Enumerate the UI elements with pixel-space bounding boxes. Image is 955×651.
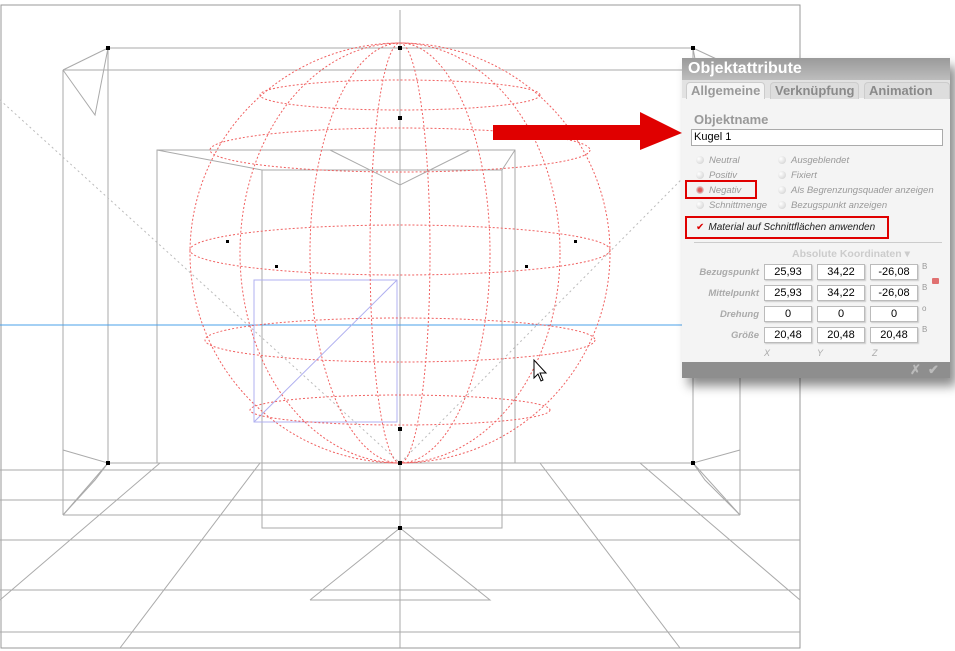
bezugspunkt-x[interactable]: 25,93 xyxy=(764,264,812,280)
dialog-title: Objektattribute xyxy=(682,58,950,80)
object-attributes-dialog: Objektattribute Allgemeine Verknüpfung A… xyxy=(682,58,950,378)
object-name-label: Objektname xyxy=(694,112,769,127)
row-label: Mittelpunkt xyxy=(708,288,759,299)
row-label: Größe xyxy=(731,330,759,341)
axis-label-z: Z xyxy=(872,348,878,358)
row-label: Bezugspunkt xyxy=(699,267,759,278)
bezugspunkt-y[interactable]: 34,22 xyxy=(817,264,865,280)
tab-allgemeine[interactable]: Allgemeine xyxy=(686,82,766,99)
dialog-footer: ✗ ✔ xyxy=(682,362,950,378)
radio-neutral[interactable]: Neutral xyxy=(696,155,740,166)
cancel-button[interactable]: ✗ xyxy=(910,362,921,378)
unit: B xyxy=(922,283,928,292)
row-label: Drehung xyxy=(719,309,759,320)
drehung-y[interactable]: 0 xyxy=(817,306,865,322)
coord-mode-dropdown[interactable]: Absolute Koordinaten ▾ xyxy=(792,248,910,260)
lock-icon[interactable] xyxy=(932,278,939,284)
radio-bezugspunkt-anzeigen[interactable]: Bezugspunkt anzeigen xyxy=(778,200,887,211)
tab-verknuepfung[interactable]: Verknüpfung xyxy=(770,82,860,99)
tab-animation[interactable]: Animation xyxy=(864,82,950,99)
unit: B xyxy=(922,262,928,271)
mittelpunkt-x[interactable]: 25,93 xyxy=(764,285,812,301)
tab-bar: Allgemeine Verknüpfung Animation xyxy=(682,80,950,99)
ok-button[interactable]: ✔ xyxy=(928,362,939,378)
axis-label-y: Y xyxy=(817,348,824,358)
drehung-z[interactable]: 0 xyxy=(870,306,918,322)
bezugspunkt-z[interactable]: -26,08 xyxy=(870,264,918,280)
groesse-z[interactable]: 20,48 xyxy=(870,327,918,343)
negativ-highlight xyxy=(685,180,757,199)
mittelpunkt-y[interactable]: 34,22 xyxy=(817,285,865,301)
groesse-y[interactable]: 20,48 xyxy=(817,327,865,343)
radio-schnittmenge[interactable]: Schnittmenge xyxy=(696,200,767,211)
radio-ausgeblendet[interactable]: Ausgeblendet xyxy=(778,155,849,166)
groesse-x[interactable]: 20,48 xyxy=(764,327,812,343)
radio-fixiert[interactable]: Fixiert xyxy=(778,170,817,181)
unit: B xyxy=(922,325,928,334)
checkbox-highlight xyxy=(685,216,889,239)
mittelpunkt-z[interactable]: -26,08 xyxy=(870,285,918,301)
divider xyxy=(694,242,942,243)
radio-begrenzungsquader[interactable]: Als Begrenzungsquader anzeigen xyxy=(778,185,934,196)
unit: o xyxy=(922,304,927,313)
drehung-x[interactable]: 0 xyxy=(764,306,812,322)
object-name-input[interactable]: Kugel 1 xyxy=(691,129,943,146)
axis-label-x: X xyxy=(764,348,771,358)
